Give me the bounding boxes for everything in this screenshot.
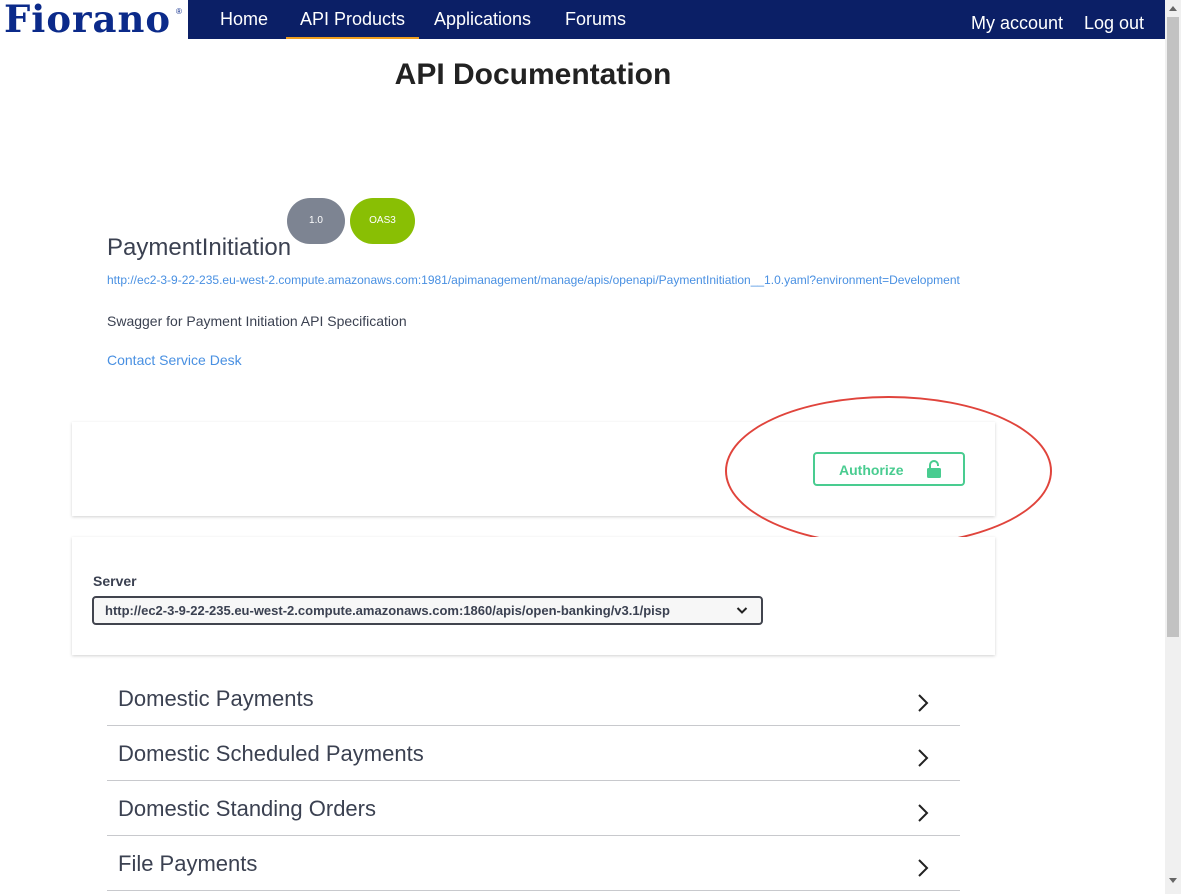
chevron-right-icon (918, 804, 929, 822)
server-selected-value: http://ec2-3-9-22-235.eu-west-2.compute.… (105, 603, 670, 618)
spec-url-link[interactable]: http://ec2-3-9-22-235.eu-west-2.compute.… (107, 273, 960, 287)
api-title: PaymentInitiation (107, 234, 292, 261)
chevron-right-icon (918, 749, 929, 767)
tag-domestic-standing-orders[interactable]: Domestic Standing Orders (107, 781, 960, 836)
scroll-down-arrow-icon[interactable] (1169, 878, 1177, 883)
version-badge: 1.0 (287, 198, 345, 244)
chevron-down-icon (736, 607, 748, 614)
chevron-right-icon (918, 694, 929, 712)
nav-home[interactable]: Home (206, 0, 282, 39)
contact-service-desk-link[interactable]: Contact Service Desk (107, 352, 242, 368)
api-description: Swagger for Payment Initiation API Speci… (107, 313, 407, 329)
server-label: Server (93, 573, 137, 589)
nav-forums[interactable]: Forums (551, 0, 640, 39)
tag-name: Domestic Payments (118, 686, 314, 711)
tag-domestic-payments[interactable]: Domestic Payments (107, 671, 960, 726)
logo[interactable]: Fiorano ® (0, 0, 188, 39)
nav-api-products[interactable]: API Products (286, 0, 420, 39)
tag-domestic-scheduled-payments[interactable]: Domestic Scheduled Payments (107, 726, 960, 781)
scrollbar-thumb[interactable] (1167, 17, 1179, 637)
tag-name: File Payments (118, 851, 258, 876)
page-title: API Documentation (394, 58, 672, 91)
chevron-right-icon (918, 859, 929, 877)
registered-mark: ® (176, 7, 182, 16)
server-select[interactable]: http://ec2-3-9-22-235.eu-west-2.compute.… (92, 596, 763, 625)
highlight-annotation-ellipse (725, 396, 1052, 546)
scroll-up-arrow-icon[interactable] (1169, 6, 1177, 11)
tag-file-payments[interactable]: File Payments (107, 836, 960, 891)
log-out-link[interactable]: Log out (1084, 4, 1144, 43)
logo-text: Fiorano (4, 0, 172, 41)
tag-name: Domestic Standing Orders (118, 796, 376, 821)
tag-name: Domestic Scheduled Payments (118, 741, 424, 766)
vertical-scrollbar[interactable] (1165, 0, 1181, 894)
oas-badge: OAS3 (350, 198, 415, 244)
my-account-link[interactable]: My account (971, 4, 1063, 43)
top-navigation-bar: Fiorano ® Home API Products Applications… (0, 0, 1165, 39)
nav-applications[interactable]: Applications (420, 0, 545, 39)
